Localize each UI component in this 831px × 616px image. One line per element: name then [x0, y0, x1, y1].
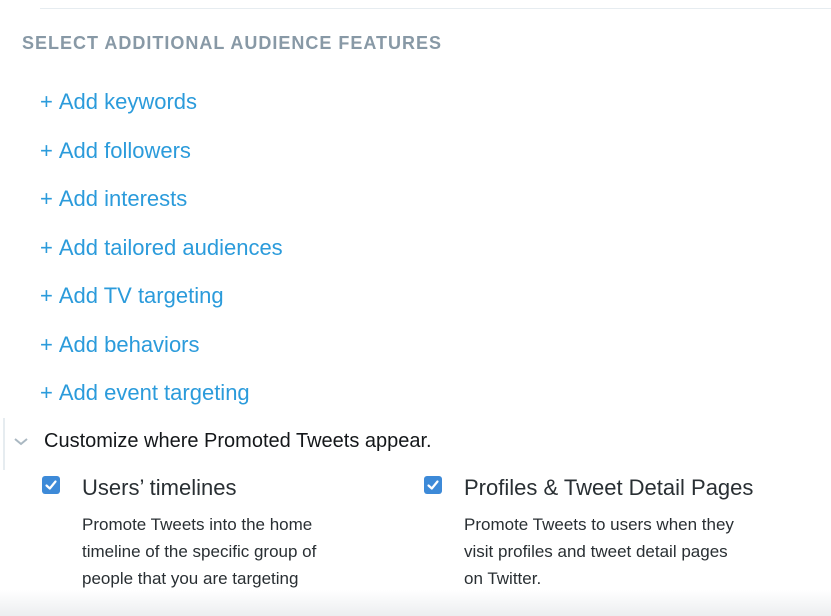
list-item: + Add followers — [40, 137, 283, 186]
users-timelines-description: Promote Tweets into the home timeline of… — [82, 511, 382, 592]
link-label: Add TV targeting — [58, 283, 224, 308]
audience-feature-list: + Add keywords + Add followers + Add intere… — [40, 88, 283, 428]
users-timelines-label: Users’ timelines — [82, 475, 237, 500]
plus-icon: + — [40, 234, 53, 260]
section-marker — [3, 418, 5, 470]
link-label: Add tailored audiences — [58, 234, 283, 260]
bottom-fade — [0, 590, 831, 616]
top-divider — [40, 8, 831, 9]
description-line: visit profiles and tweet detail pages — [464, 542, 728, 561]
link-label: Add followers — [58, 137, 191, 163]
description-line: people that you are targeting — [82, 569, 299, 588]
plus-icon: + — [40, 186, 53, 211]
add-event-targeting-link[interactable]: + Add event targeting — [40, 380, 250, 405]
link-label: Add keywords — [58, 89, 198, 114]
description-line: Promote Tweets into the home — [82, 515, 313, 534]
customize-heading: Customize where Promoted Tweets appear. — [44, 430, 432, 452]
list-item: + Add tailored audiences — [40, 234, 283, 283]
plus-icon: + — [40, 331, 53, 357]
profiles-tweet-detail-label: Profiles & Tweet Detail Pages — [464, 475, 754, 500]
list-item: + Add interests — [40, 185, 283, 234]
add-keywords-link[interactable]: + Add keywords — [40, 89, 197, 114]
link-label: Add event targeting — [58, 380, 250, 405]
add-followers-link[interactable]: + Add followers — [40, 138, 191, 163]
checkmark-icon — [427, 480, 439, 490]
description-line: Promote Tweets to users when they — [464, 515, 734, 534]
plus-icon: + — [40, 89, 53, 114]
add-tailored-audiences-link[interactable]: + Add tailored audiences — [40, 235, 283, 260]
list-item: + Add behaviors — [40, 331, 283, 380]
checkmark-icon — [45, 480, 57, 490]
link-label: Add interests — [58, 186, 188, 211]
section-heading: SELECT ADDITIONAL AUDIENCE FEATURES — [22, 33, 443, 53]
description-line: on Twitter. — [464, 569, 542, 588]
list-item: + Add TV targeting — [40, 282, 283, 331]
add-behaviors-link[interactable]: + Add behaviors — [40, 332, 200, 357]
plus-icon: + — [40, 380, 53, 405]
plus-icon: + — [40, 137, 53, 163]
link-label: Add behaviors — [58, 331, 200, 357]
caret-down-icon — [14, 438, 28, 446]
list-item: + Add keywords — [40, 88, 283, 137]
plus-icon: + — [40, 283, 53, 308]
add-interests-link[interactable]: + Add interests — [40, 186, 187, 211]
users-timelines-checkbox[interactable] — [42, 476, 60, 494]
add-tv-targeting-link[interactable]: + Add TV targeting — [40, 283, 224, 308]
collapse-toggle[interactable] — [8, 428, 34, 454]
profiles-tweet-detail-description: Promote Tweets to users when they visit … — [464, 511, 809, 592]
profiles-tweet-detail-checkbox[interactable] — [424, 476, 442, 494]
list-item: + Add event targeting — [40, 379, 283, 428]
description-line: timeline of the specific group of — [82, 542, 317, 561]
